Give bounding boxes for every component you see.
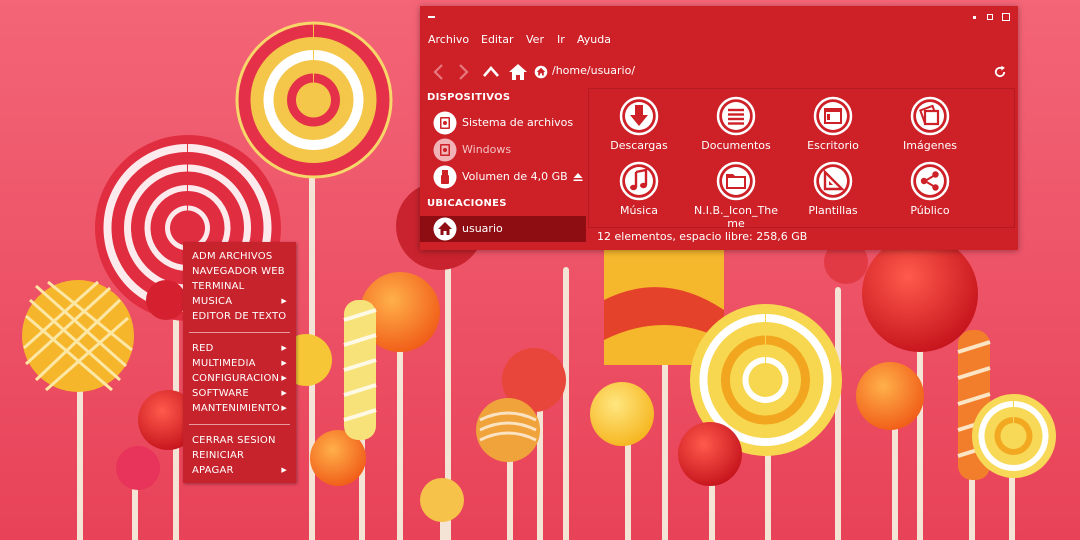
folder-item-documentos[interactable]: Documentos	[688, 96, 784, 152]
menu-item-label: REINICIAR	[192, 450, 245, 461]
images-icon	[910, 96, 950, 136]
menu-item-label: APAGAR	[192, 465, 234, 476]
navigation-toolbar: /home/usuario/	[420, 58, 1018, 86]
submenu-arrow-icon: ▶	[281, 344, 287, 352]
desktop-icon	[813, 96, 853, 136]
item-label: Plantillas	[808, 204, 858, 217]
status-bar: 12 elementos, espacio libre: 258,6 GB	[597, 230, 808, 243]
drive-icon	[433, 111, 457, 135]
window-menu-icon[interactable]	[428, 16, 435, 18]
usb-icon	[433, 165, 457, 189]
menu-ver[interactable]: Ver	[526, 33, 544, 46]
home-icon[interactable]	[508, 62, 528, 82]
item-label: Público	[910, 204, 950, 217]
file-icon-view: Descargas Documentos Escritorio Imágenes…	[588, 88, 1015, 230]
music-icon	[619, 161, 659, 201]
file-manager-window: Archivo Editar Ver Ir Ayuda /home/usuari…	[420, 6, 1018, 250]
templates-icon	[813, 161, 853, 201]
item-label: Música	[619, 204, 659, 217]
folder-item-imagenes[interactable]: Imágenes	[882, 96, 978, 152]
sidebar-item-filesystem[interactable]: Sistema de archivos	[420, 110, 586, 136]
folder-item-publico[interactable]: Público	[882, 161, 978, 217]
back-icon[interactable]	[429, 62, 449, 82]
item-label: N.I.B._Icon_The me	[694, 204, 778, 230]
sidebar-item-label: usuario	[462, 222, 503, 235]
eject-icon[interactable]	[573, 172, 583, 182]
folder-item-escritorio[interactable]: Escritorio	[785, 96, 881, 152]
context-menu-item[interactable]: EDITOR DE TEXTO	[183, 309, 296, 324]
path-home-icon	[534, 65, 548, 79]
submenu-arrow-icon: ▶	[281, 404, 287, 412]
menu-separator	[189, 424, 290, 425]
context-menu-item[interactable]: TERMINAL	[183, 279, 296, 294]
submenu-arrow-icon: ▶	[281, 374, 287, 382]
menu-item-label: MULTIMEDIA	[192, 358, 256, 369]
submenu-arrow-icon: ▶	[281, 389, 287, 397]
menu-item-label: NAVEGADOR WEB	[192, 266, 285, 277]
submenu-arrow-icon: ▶	[281, 359, 287, 367]
folder-item-nib-icon-theme[interactable]: N.I.B._Icon_The me	[688, 161, 784, 230]
sidebar-item-label: Sistema de archivos	[462, 116, 574, 129]
menu-item-label: EDITOR DE TEXTO	[192, 311, 287, 322]
context-menu-item[interactable]: RED ▶	[183, 341, 296, 356]
menu-ayuda[interactable]: Ayuda	[577, 33, 611, 46]
document-icon	[716, 96, 756, 136]
menu-ir[interactable]: Ir	[557, 33, 565, 46]
menu-archivo[interactable]: Archivo	[428, 33, 469, 46]
submenu-arrow-icon: ▶	[281, 466, 287, 474]
context-menu-item[interactable]: CONFIGURACION ▶	[183, 371, 296, 386]
location-path[interactable]: /home/usuario/	[552, 64, 635, 78]
context-menu-item[interactable]: REINICIAR	[183, 448, 296, 463]
menu-item-label: CONFIGURACION	[192, 373, 280, 384]
sidebar-item-label: Windows	[462, 143, 512, 156]
download-icon	[619, 96, 659, 136]
folder-item-descargas[interactable]: Descargas	[591, 96, 687, 152]
menu-item-label: SOFTWARE	[192, 388, 249, 399]
context-menu-item[interactable]: NAVEGADOR WEB	[183, 264, 296, 279]
up-icon[interactable]	[481, 62, 501, 82]
context-menu-item[interactable]: APAGAR ▶	[183, 463, 296, 478]
menu-separator	[189, 332, 290, 333]
context-menu-item[interactable]: ADM ARCHIVOS	[183, 249, 296, 264]
window-titlebar[interactable]	[420, 6, 1018, 28]
menu-item-label: TERMINAL	[192, 281, 245, 292]
reload-icon[interactable]	[993, 65, 1007, 79]
sidebar-item-windows[interactable]: Windows	[420, 137, 586, 163]
menu-item-label: ADM ARCHIVOS	[192, 251, 273, 262]
submenu-arrow-icon: ▶	[281, 297, 287, 305]
drive-icon	[433, 138, 457, 162]
sidebar-item-label: Volumen de 4,0 GB	[462, 170, 568, 183]
menu-item-label: CERRAR SESION	[192, 435, 276, 446]
sidebar-item-volume[interactable]: Volumen de 4,0 GB	[420, 164, 586, 190]
menu-item-label: MUSICA	[192, 296, 233, 307]
context-menu-item[interactable]: CERRAR SESION	[183, 433, 296, 448]
share-icon	[910, 161, 950, 201]
menu-item-label: MANTENIMIENTO	[192, 403, 280, 414]
maximize-icon[interactable]	[987, 14, 993, 20]
item-label: Imágenes	[903, 139, 957, 152]
menu-editar[interactable]: Editar	[481, 33, 514, 46]
item-label: Escritorio	[807, 139, 859, 152]
desktop-context-menu: ADM ARCHIVOS NAVEGADOR WEB TERMINAL MUSICA ▶…	[183, 242, 296, 483]
sidebar-heading-places: UBICACIONES	[427, 198, 507, 209]
item-label: Descargas	[610, 139, 668, 152]
minimize-icon[interactable]	[973, 16, 976, 19]
forward-icon[interactable]	[453, 62, 473, 82]
context-menu-item[interactable]: SOFTWARE ▶	[183, 386, 296, 401]
context-menu-item[interactable]: MULTIMEDIA ▶	[183, 356, 296, 371]
item-label: Documentos	[701, 139, 771, 152]
context-menu-item[interactable]: MUSICA ▶	[183, 294, 296, 309]
folder-item-musica[interactable]: Música	[591, 161, 687, 217]
sidebar: DISPOSITIVOS Sistema de archivos Windows…	[420, 88, 586, 250]
sidebar-item-usuario[interactable]: usuario	[420, 216, 586, 242]
folder-icon	[716, 161, 756, 201]
close-icon[interactable]	[1002, 13, 1010, 21]
context-menu-item[interactable]: MANTENIMIENTO ▶	[183, 401, 296, 416]
sidebar-heading-devices: DISPOSITIVOS	[427, 92, 511, 103]
folder-item-plantillas[interactable]: Plantillas	[785, 161, 881, 217]
menu-item-label: RED	[192, 343, 214, 354]
home-icon	[433, 217, 457, 241]
